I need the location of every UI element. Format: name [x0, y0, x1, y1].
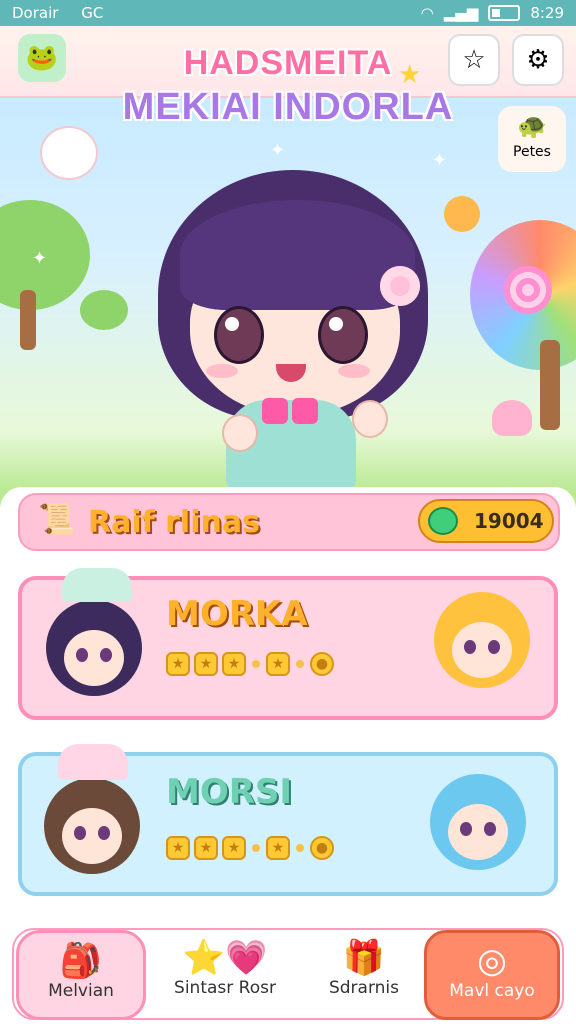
status-left-text: Dorair	[12, 4, 59, 22]
signal-icon: ▂▄▆	[443, 4, 479, 22]
game-screen: Dorair GC ◠ ▂▄▆ 8:29 ✦ ✦ ✦ 🐸 ☆ ⚙ HADSMEI…	[0, 0, 576, 1024]
flower-icon	[380, 266, 420, 306]
present-icon: 🎁	[342, 938, 386, 978]
tree-trunk-left	[20, 290, 36, 350]
tab-label: Sintasr Rosr	[174, 978, 276, 998]
game-title-line1: HADSMEITA	[183, 44, 393, 82]
tree-small	[80, 290, 128, 330]
character-eye-left	[214, 306, 264, 364]
carrier-label: GC	[81, 4, 104, 22]
status-bar: Dorair GC ◠ ▂▄▆ 8:29	[0, 0, 576, 26]
tab-sintasr-rosr[interactable]: ⭐💗 Sintasr Rosr	[160, 930, 290, 1020]
pets-button[interactable]: 🐢 Petes	[498, 106, 566, 172]
star-icon: ★	[166, 652, 190, 676]
tab-sdrarnis[interactable]: 🎁 Sdrarnis	[304, 930, 424, 1020]
hat-icon	[58, 744, 128, 780]
character-bangs	[180, 200, 415, 310]
card-1-companion	[434, 592, 530, 688]
rating-dot	[296, 844, 304, 852]
disc-icon: ◎	[477, 941, 507, 981]
star-icon: ★	[266, 652, 290, 676]
card-2-avatar	[44, 778, 140, 874]
scroll-icon: 📜	[38, 502, 76, 537]
rating-dot	[252, 660, 260, 668]
tab-melvian[interactable]: 🎒 Melvian	[16, 930, 146, 1020]
hat-icon	[62, 568, 132, 602]
cat-face-icon	[40, 126, 98, 180]
star-icon: ★	[194, 836, 218, 860]
wifi-icon: ◠	[420, 4, 434, 22]
card-2-name: MORSI	[166, 772, 293, 812]
heart-icon	[492, 400, 532, 436]
lollipop-icon	[504, 266, 552, 314]
star-icon: ★	[222, 836, 246, 860]
tab-mavl-cayo[interactable]: ◎ Mavl cayo	[424, 930, 560, 1020]
rating-dot	[296, 660, 304, 668]
status-right: ◠ ▂▄▆ 8:29	[421, 4, 564, 22]
star-icon: ●	[310, 652, 334, 676]
status-time: 8:29	[530, 4, 564, 22]
star-icon: ★	[194, 652, 218, 676]
sparkle-icon: ✦	[32, 248, 48, 269]
sparkle-icon: ✦	[270, 140, 286, 161]
rainbow-tree-trunk	[540, 340, 560, 430]
pets-label: Petes	[513, 144, 551, 160]
roster-title: Raif rlinas	[88, 505, 260, 540]
character-blush	[338, 364, 370, 378]
pet-face-icon: 🐢	[517, 112, 547, 140]
fox-charm-icon	[444, 196, 480, 232]
battery-icon	[488, 5, 521, 21]
tab-label: Melvian	[48, 981, 114, 1001]
coin-amount: 19004	[474, 509, 544, 533]
card-1-name: MORKA	[166, 594, 308, 634]
star-icon: ★	[222, 652, 246, 676]
character-blush	[206, 364, 238, 378]
character-eye-right	[318, 306, 368, 364]
bow-icon	[262, 398, 318, 428]
status-left: Dorair GC	[12, 4, 103, 22]
tab-label: Mavl cayo	[449, 981, 535, 1001]
card-2-companion	[430, 774, 526, 870]
game-title-line2: MEKIAI INDORLA	[122, 86, 454, 128]
star-icon: ★	[398, 60, 422, 90]
rating-dot	[252, 844, 260, 852]
star-heart-icon: ⭐💗	[182, 938, 268, 978]
tab-label: Sdrarnis	[328, 978, 400, 998]
card-1-avatar	[46, 600, 142, 696]
sparkle-icon: ✦	[432, 150, 448, 171]
star-icon: ★	[266, 836, 290, 860]
character-hand-left	[222, 414, 258, 452]
coin-icon	[428, 507, 458, 535]
character-hand-right	[352, 400, 388, 438]
star-icon: ●	[310, 836, 334, 860]
backpack-icon: 🎒	[59, 941, 103, 981]
star-icon: ★	[166, 836, 190, 860]
